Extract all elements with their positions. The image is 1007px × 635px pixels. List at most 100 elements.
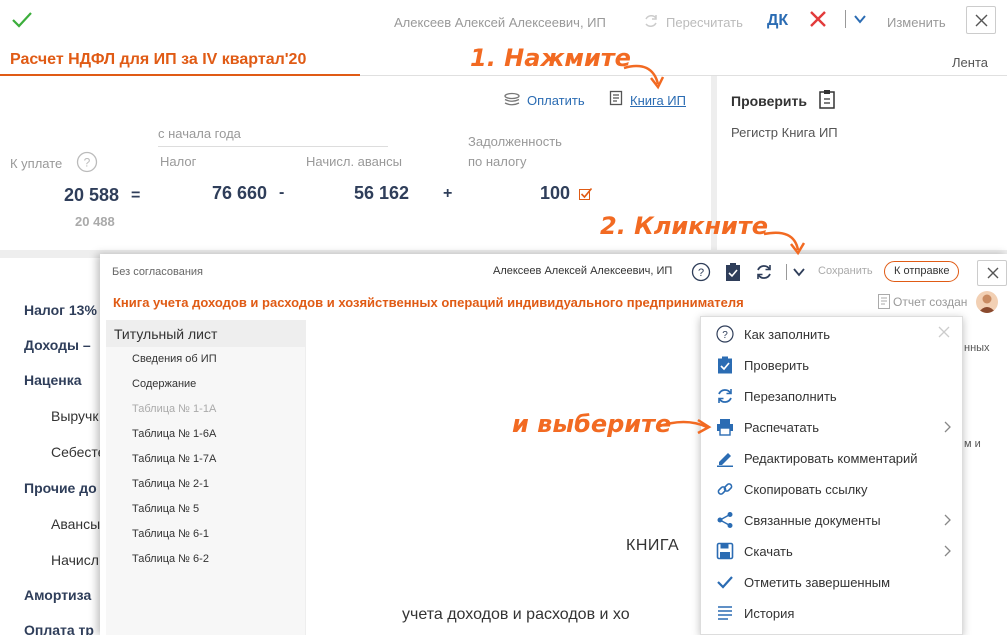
equals-sign: = [131,187,141,204]
menu-item-label: Отметить завершенным [744,575,891,590]
arrow-icon [656,418,712,435]
list-item[interactable]: Доходы – [24,337,91,353]
check-button[interactable]: Проверить [731,93,807,109]
owner-name: Алексеев Алексей Алексеевич, ИП [394,15,606,30]
plus-sign: + [443,185,453,202]
link-icon [717,483,733,495]
menu-item-copy-link[interactable]: Скопировать ссылку [701,474,962,505]
chevron-down-icon[interactable] [853,12,867,26]
menu-item-mark-done[interactable]: Отметить завершенным [701,567,962,598]
debt-label-2: по налогу [468,154,527,169]
sidebar-item[interactable]: Таблица № 2-1 [132,478,209,490]
help-circle-icon: ? [716,325,734,343]
list-item[interactable]: Амортиза [24,587,91,603]
menu-item-how-to-fill[interactable]: ? Как заполнить [701,319,962,350]
menu-item-label: Связанные документы [744,513,881,528]
document-title: Книга учета доходов и расходов и хозяйст… [113,295,744,310]
clipboard-icon[interactable] [818,89,836,109]
arrow-icon [623,64,665,90]
annotation-step-2: 2. Кликните [600,212,769,240]
to-pay-label: К уплате [10,156,63,171]
sidebar-item[interactable]: Таблица № 1-7А [132,453,216,465]
sidebar-item[interactable]: Таблица № 5 [132,503,199,515]
register-link[interactable]: Регистр Книга ИП [731,125,838,140]
save-icon [716,542,734,560]
report-status[interactable]: Отчет создан [893,295,967,309]
list-item[interactable]: Начисл [51,552,99,568]
list-item[interactable]: Наценка [24,372,82,388]
svg-text:?: ? [722,330,728,341]
menu-item-history[interactable]: История [701,598,962,629]
approval-status[interactable]: Без согласования [112,266,203,278]
pencil-icon [717,453,733,467]
sidebar-item-title-page[interactable]: Титульный лист [114,326,217,342]
sidebar-item[interactable]: Таблица № 6-2 [132,553,209,565]
history-icon [718,606,732,620]
title-underline [0,74,360,76]
tax-value: 76 660 [212,183,268,203]
refresh-icon [718,389,732,403]
list-item[interactable]: Налог 13% [24,302,97,318]
edit-button[interactable]: Изменить [887,15,946,30]
chevron-right-icon [944,421,951,433]
done-check-icon[interactable] [11,9,33,31]
close-button[interactable] [966,6,996,34]
recalculate-icon [645,15,657,27]
menu-item-related-docs[interactable]: Связанные документы [701,505,962,536]
since-year-label: с начала года [158,126,241,141]
menu-item-edit-comment[interactable]: Редактировать комментарий [701,443,962,474]
checkbox-checked-icon[interactable] [579,187,593,201]
help-icon[interactable]: ? [76,151,98,173]
top-bar: Алексеев Алексей Алексеевич, ИП Пересчит… [0,0,1007,44]
sidebar-item[interactable]: Содержание [132,378,196,390]
chevron-down-icon[interactable] [792,265,806,279]
close-icon [987,267,999,279]
tax-label: Налог [160,154,197,169]
close-icon [975,14,988,27]
sidebar-item[interactable]: Таблица № 1-1А [132,403,216,415]
debt-value: 100 [540,183,571,203]
avatar[interactable] [976,291,998,313]
delete-icon[interactable] [808,9,828,29]
book-ip-link[interactable]: Книга ИП [630,93,686,108]
menu-item-download[interactable]: Скачать [701,536,962,567]
advances-value: 56 162 [354,183,410,203]
feed-tab[interactable]: Лента [952,55,988,70]
menu-item-label: Как заполнить [744,327,831,342]
send-button[interactable]: К отправке [884,261,960,282]
person-icon [978,294,996,313]
dk-button[interactable]: ДК [767,12,788,30]
menu-item-label: Распечатать [744,420,820,435]
menu-item-label: Редактировать комментарий [744,451,918,466]
list-item[interactable]: Авансы [51,516,100,532]
coins-icon [504,92,520,106]
divider [158,146,388,147]
menu-item-label: Скопировать ссылку [744,482,868,497]
chevron-right-icon [944,545,951,557]
list-item[interactable]: Оплата тр [24,622,94,635]
menu-item-check[interactable]: Проверить [701,350,962,381]
clipboard-check-icon[interactable] [725,262,741,282]
list-item[interactable]: Выручк [51,408,98,424]
save-button[interactable]: Сохранить [818,265,873,277]
sidebar-item[interactable]: Таблица № 6-1 [132,528,209,540]
arrow-icon [763,231,806,256]
report-icon [878,294,890,309]
sidebar-item[interactable]: Сведения об ИП [132,353,217,365]
owner-name: Алексеев Алексей Алексеевич, ИП [493,265,673,277]
pay-link[interactable]: Оплатить [527,93,585,108]
list-item[interactable]: Прочие до [24,480,97,496]
sidebar-item[interactable]: Таблица № 1-6А [132,428,216,440]
menu-item-print[interactable]: Распечатать [701,412,962,443]
help-icon[interactable]: ? [691,262,711,282]
menu-item-label: История [744,606,795,621]
sidebar-item-active[interactable]: Титульный лист [106,320,306,347]
minus-sign: - [279,184,285,201]
close-button[interactable] [977,260,1007,286]
refresh-icon[interactable] [755,263,773,281]
list-item[interactable]: Себесте [51,444,105,460]
recalculate-button[interactable]: Пересчитать [666,15,743,30]
menu-item-refill[interactable]: Перезаполнить [701,381,962,412]
page-title: Расчет НДФЛ для ИП за IV квартал'20 [10,51,307,68]
divider [360,75,1007,76]
